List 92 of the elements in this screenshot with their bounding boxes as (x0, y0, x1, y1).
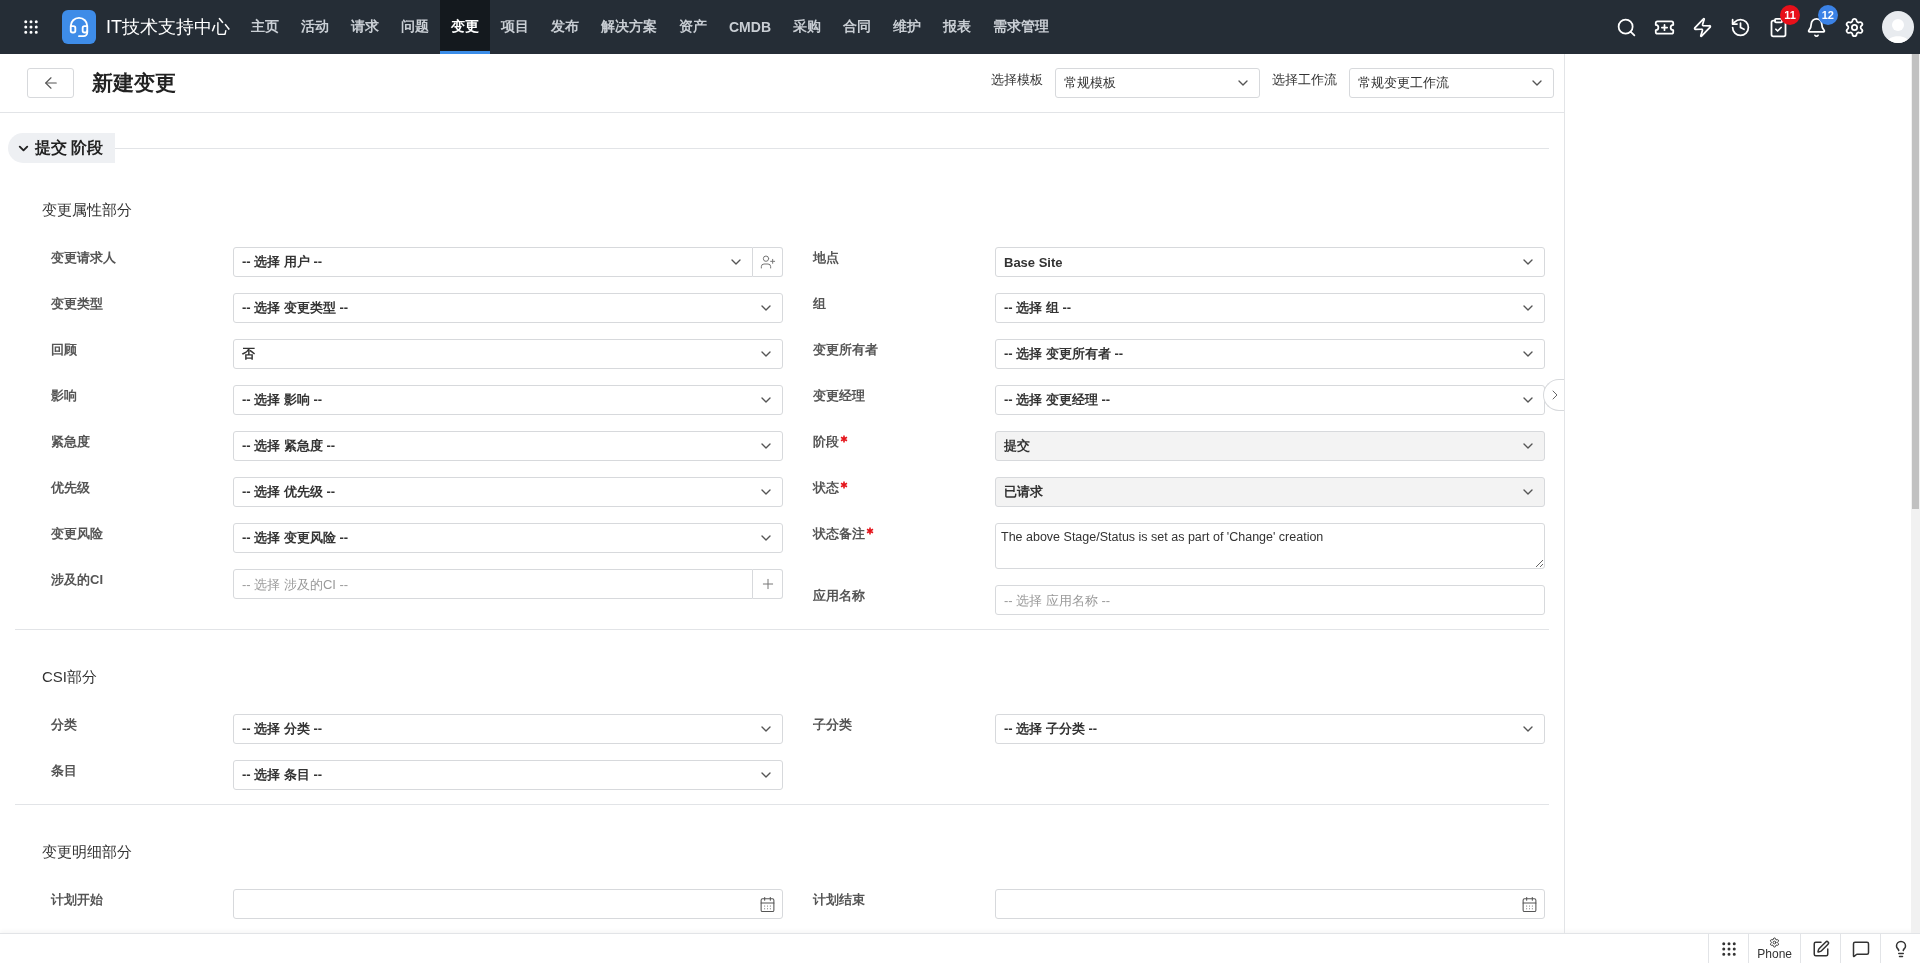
select-field[interactable]: Base Site (995, 247, 1545, 277)
app-title: IT技术支持中心 (106, 16, 230, 39)
lightning-icon (1692, 16, 1713, 38)
nav-tab[interactable]: 请求 (340, 0, 390, 54)
nav-tab[interactable]: 项目 (490, 0, 540, 54)
field-label: 计划结束 (813, 891, 865, 909)
section-title: 变更明细部分 (42, 843, 133, 862)
input-field[interactable]: -- 选择 应用名称 -- (995, 585, 1545, 615)
field-label: 阶段 (813, 433, 839, 451)
section-title: CSI部分 (42, 668, 98, 687)
select-field[interactable]: -- 选择 用户 -- (233, 247, 753, 277)
select-field[interactable]: 否 (233, 339, 783, 369)
calendar-icon (1521, 895, 1538, 913)
nav-tab[interactable]: 解决方案 (590, 0, 668, 54)
headset-logo-icon (62, 10, 96, 44)
field-label: 条目 (51, 762, 77, 780)
field-label: 应用名称 (813, 587, 865, 605)
field-label: 涉及的CI (51, 571, 103, 589)
field-label: 优先级 (51, 479, 90, 497)
chat-icon (1851, 939, 1870, 958)
field-label: 影响 (51, 387, 77, 405)
bulb-button[interactable] (1880, 934, 1920, 963)
field-label: 变更风险 (51, 525, 103, 543)
nav-tab[interactable]: 变更 (440, 0, 490, 54)
nav-tab[interactable]: 采购 (782, 0, 832, 54)
settings-icon (1844, 16, 1865, 38)
settings-button[interactable] (1844, 16, 1865, 38)
nav-tab[interactable]: 合同 (832, 0, 882, 54)
apps-grid-icon[interactable] (22, 18, 40, 36)
select-field[interactable]: -- 选择 变更风险 -- (233, 523, 783, 553)
select-field[interactable]: -- 选择 优先级 -- (233, 477, 783, 507)
select-field[interactable]: -- 选择 影响 -- (233, 385, 783, 415)
input-field[interactable]: -- 选择 涉及的CI -- (233, 569, 753, 599)
dialpad-button[interactable] (1708, 934, 1749, 963)
count-badge: 11 (1780, 4, 1800, 25)
bolt-button[interactable] (1692, 16, 1713, 38)
nav-tab[interactable]: 资产 (668, 0, 718, 54)
search-button[interactable] (1616, 16, 1637, 38)
field-label: 分类 (51, 716, 77, 734)
field-label: 状态备注 (813, 525, 865, 543)
field-label: 变更类型 (51, 295, 103, 313)
field-label: 变更所有者 (813, 341, 878, 359)
add-user-button[interactable] (753, 247, 783, 277)
field-label: 变更请求人 (51, 249, 116, 267)
gear-icon (1769, 937, 1781, 948)
section-title: 变更属性部分 (42, 201, 133, 220)
field-label: 计划开始 (51, 891, 103, 909)
scrollbar-thumb[interactable] (1912, 54, 1919, 509)
select-field[interactable]: -- 选择 分类 -- (233, 714, 783, 744)
phone-button[interactable]: Phone (1748, 934, 1800, 963)
selector-label: 选择工作流 (1272, 71, 1337, 89)
page-title: 新建变更 (92, 70, 176, 96)
select-field[interactable]: -- 选择 变更类型 -- (233, 293, 783, 323)
select-field[interactable]: 常规模板 (1055, 68, 1260, 98)
nav-tab[interactable]: 维护 (882, 0, 932, 54)
select-field[interactable]: -- 选择 子分类 -- (995, 714, 1545, 744)
select-field[interactable]: -- 选择 变更所有者 -- (995, 339, 1545, 369)
field-label: 变更经理 (813, 387, 865, 405)
nav-tab[interactable]: 报表 (932, 0, 982, 54)
date-field[interactable] (995, 889, 1545, 919)
nav-tab[interactable]: 问题 (390, 0, 440, 54)
field-label: 状态 (813, 479, 839, 497)
select-field[interactable]: -- 选择 条目 -- (233, 760, 783, 790)
date-field[interactable] (233, 889, 783, 919)
text-area[interactable]: The above Stage/Status is set as part of 'Change' creation (995, 523, 1545, 569)
select-field[interactable]: -- 选择 变更经理 -- (995, 385, 1545, 415)
nav-tab[interactable]: 需求管理 (982, 0, 1060, 54)
stage-toggle[interactable]: 提交 阶段 (8, 133, 116, 163)
select-field[interactable]: 常规变更工作流 (1349, 68, 1554, 98)
search-icon (1616, 16, 1637, 38)
count-badge: 12 (1817, 4, 1838, 25)
nav-tab[interactable]: CMDB (718, 0, 782, 54)
calendar-icon (759, 895, 776, 913)
selector-label: 选择模板 (991, 71, 1043, 89)
history-icon (1730, 16, 1751, 38)
user-plus-icon (759, 254, 776, 270)
note-edit-icon (1811, 939, 1830, 958)
note-button[interactable] (1800, 934, 1840, 963)
field-label: 地点 (813, 249, 839, 267)
field-label: 组 (813, 295, 826, 313)
avatar[interactable] (1882, 11, 1914, 43)
chat-button[interactable] (1840, 934, 1880, 963)
select-field[interactable]: -- 选择 组 -- (995, 293, 1545, 323)
nav-tab[interactable]: 主页 (240, 0, 290, 54)
dialpad-icon (1719, 939, 1738, 958)
field-label: 子分类 (813, 716, 852, 734)
field-label: 紧急度 (51, 433, 90, 451)
nav-tab[interactable]: 活动 (290, 0, 340, 54)
nav-tab[interactable]: 发布 (540, 0, 590, 54)
field-label: 回顾 (51, 341, 77, 359)
select-field[interactable]: -- 选择 紧急度 -- (233, 431, 783, 461)
history-button[interactable] (1730, 16, 1751, 38)
